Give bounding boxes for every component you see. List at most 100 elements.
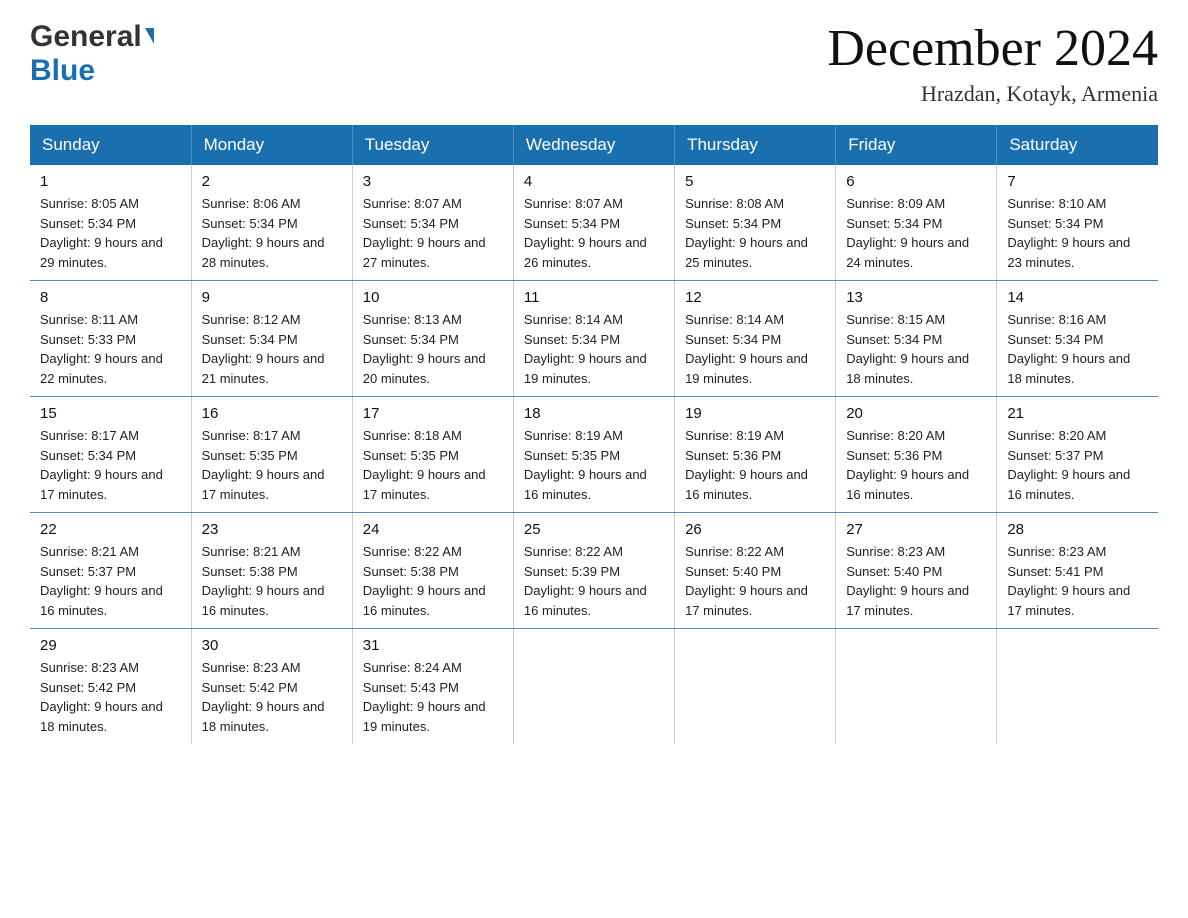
calendar-cell: 9 Sunrise: 8:12 AMSunset: 5:34 PMDayligh… xyxy=(191,281,352,397)
calendar-cell: 15 Sunrise: 8:17 AMSunset: 5:34 PMDaylig… xyxy=(30,397,191,513)
calendar-cell: 19 Sunrise: 8:19 AMSunset: 5:36 PMDaylig… xyxy=(675,397,836,513)
day-number: 4 xyxy=(524,173,664,190)
header-tuesday: Tuesday xyxy=(352,125,513,165)
page-header: General Blue December 2024 Hrazdan, Kota… xyxy=(30,20,1158,107)
day-number: 6 xyxy=(846,173,986,190)
calendar-cell: 5 Sunrise: 8:08 AMSunset: 5:34 PMDayligh… xyxy=(675,165,836,281)
header-monday: Monday xyxy=(191,125,352,165)
calendar-cell: 16 Sunrise: 8:17 AMSunset: 5:35 PMDaylig… xyxy=(191,397,352,513)
day-number: 7 xyxy=(1007,173,1148,190)
calendar-cell: 18 Sunrise: 8:19 AMSunset: 5:35 PMDaylig… xyxy=(513,397,674,513)
calendar-cell: 21 Sunrise: 8:20 AMSunset: 5:37 PMDaylig… xyxy=(997,397,1158,513)
header-friday: Friday xyxy=(836,125,997,165)
day-info: Sunrise: 8:21 AMSunset: 5:37 PMDaylight:… xyxy=(40,542,181,620)
day-info: Sunrise: 8:07 AMSunset: 5:34 PMDaylight:… xyxy=(524,194,664,272)
day-info: Sunrise: 8:19 AMSunset: 5:36 PMDaylight:… xyxy=(685,426,825,504)
calendar-cell xyxy=(513,629,674,745)
calendar-cell: 29 Sunrise: 8:23 AMSunset: 5:42 PMDaylig… xyxy=(30,629,191,745)
day-number: 29 xyxy=(40,637,181,654)
day-number: 21 xyxy=(1007,405,1148,422)
calendar-cell: 1 Sunrise: 8:05 AMSunset: 5:34 PMDayligh… xyxy=(30,165,191,281)
calendar-cell xyxy=(675,629,836,745)
day-number: 10 xyxy=(363,289,503,306)
calendar-cell: 2 Sunrise: 8:06 AMSunset: 5:34 PMDayligh… xyxy=(191,165,352,281)
calendar-cell: 20 Sunrise: 8:20 AMSunset: 5:36 PMDaylig… xyxy=(836,397,997,513)
week-row-5: 29 Sunrise: 8:23 AMSunset: 5:42 PMDaylig… xyxy=(30,629,1158,745)
day-number: 24 xyxy=(363,521,503,538)
calendar-cell: 27 Sunrise: 8:23 AMSunset: 5:40 PMDaylig… xyxy=(836,513,997,629)
calendar-cell: 28 Sunrise: 8:23 AMSunset: 5:41 PMDaylig… xyxy=(997,513,1158,629)
logo: General Blue xyxy=(30,20,154,88)
day-number: 15 xyxy=(40,405,181,422)
day-number: 2 xyxy=(202,173,342,190)
calendar-cell: 26 Sunrise: 8:22 AMSunset: 5:40 PMDaylig… xyxy=(675,513,836,629)
day-number: 11 xyxy=(524,289,664,306)
week-row-3: 15 Sunrise: 8:17 AMSunset: 5:34 PMDaylig… xyxy=(30,397,1158,513)
calendar-cell: 22 Sunrise: 8:21 AMSunset: 5:37 PMDaylig… xyxy=(30,513,191,629)
calendar-cell: 10 Sunrise: 8:13 AMSunset: 5:34 PMDaylig… xyxy=(352,281,513,397)
calendar-cell: 8 Sunrise: 8:11 AMSunset: 5:33 PMDayligh… xyxy=(30,281,191,397)
day-info: Sunrise: 8:06 AMSunset: 5:34 PMDaylight:… xyxy=(202,194,342,272)
day-info: Sunrise: 8:23 AMSunset: 5:41 PMDaylight:… xyxy=(1007,542,1148,620)
day-info: Sunrise: 8:20 AMSunset: 5:37 PMDaylight:… xyxy=(1007,426,1148,504)
day-number: 14 xyxy=(1007,289,1148,306)
day-info: Sunrise: 8:19 AMSunset: 5:35 PMDaylight:… xyxy=(524,426,664,504)
day-info: Sunrise: 8:07 AMSunset: 5:34 PMDaylight:… xyxy=(363,194,503,272)
calendar-cell: 31 Sunrise: 8:24 AMSunset: 5:43 PMDaylig… xyxy=(352,629,513,745)
header-sunday: Sunday xyxy=(30,125,191,165)
location-title: Hrazdan, Kotayk, Armenia xyxy=(827,81,1158,107)
day-info: Sunrise: 8:17 AMSunset: 5:34 PMDaylight:… xyxy=(40,426,181,504)
day-info: Sunrise: 8:13 AMSunset: 5:34 PMDaylight:… xyxy=(363,310,503,388)
day-info: Sunrise: 8:24 AMSunset: 5:43 PMDaylight:… xyxy=(363,658,503,736)
calendar-cell: 25 Sunrise: 8:22 AMSunset: 5:39 PMDaylig… xyxy=(513,513,674,629)
header-thursday: Thursday xyxy=(675,125,836,165)
week-row-4: 22 Sunrise: 8:21 AMSunset: 5:37 PMDaylig… xyxy=(30,513,1158,629)
day-info: Sunrise: 8:23 AMSunset: 5:42 PMDaylight:… xyxy=(202,658,342,736)
day-number: 30 xyxy=(202,637,342,654)
calendar-cell: 17 Sunrise: 8:18 AMSunset: 5:35 PMDaylig… xyxy=(352,397,513,513)
calendar-cell: 14 Sunrise: 8:16 AMSunset: 5:34 PMDaylig… xyxy=(997,281,1158,397)
day-info: Sunrise: 8:22 AMSunset: 5:39 PMDaylight:… xyxy=(524,542,664,620)
day-number: 13 xyxy=(846,289,986,306)
calendar-table: SundayMondayTuesdayWednesdayThursdayFrid… xyxy=(30,125,1158,744)
calendar-cell: 13 Sunrise: 8:15 AMSunset: 5:34 PMDaylig… xyxy=(836,281,997,397)
day-number: 5 xyxy=(685,173,825,190)
day-number: 31 xyxy=(363,637,503,654)
logo-arrow-icon xyxy=(145,28,154,44)
day-number: 16 xyxy=(202,405,342,422)
calendar-cell: 3 Sunrise: 8:07 AMSunset: 5:34 PMDayligh… xyxy=(352,165,513,281)
day-number: 23 xyxy=(202,521,342,538)
week-row-1: 1 Sunrise: 8:05 AMSunset: 5:34 PMDayligh… xyxy=(30,165,1158,281)
day-number: 18 xyxy=(524,405,664,422)
day-info: Sunrise: 8:14 AMSunset: 5:34 PMDaylight:… xyxy=(685,310,825,388)
calendar-cell xyxy=(836,629,997,745)
day-info: Sunrise: 8:23 AMSunset: 5:42 PMDaylight:… xyxy=(40,658,181,736)
day-info: Sunrise: 8:11 AMSunset: 5:33 PMDaylight:… xyxy=(40,310,181,388)
day-number: 19 xyxy=(685,405,825,422)
calendar-cell: 30 Sunrise: 8:23 AMSunset: 5:42 PMDaylig… xyxy=(191,629,352,745)
day-number: 22 xyxy=(40,521,181,538)
day-info: Sunrise: 8:12 AMSunset: 5:34 PMDaylight:… xyxy=(202,310,342,388)
calendar-cell: 12 Sunrise: 8:14 AMSunset: 5:34 PMDaylig… xyxy=(675,281,836,397)
calendar-cell: 4 Sunrise: 8:07 AMSunset: 5:34 PMDayligh… xyxy=(513,165,674,281)
day-info: Sunrise: 8:15 AMSunset: 5:34 PMDaylight:… xyxy=(846,310,986,388)
calendar-header-row: SundayMondayTuesdayWednesdayThursdayFrid… xyxy=(30,125,1158,165)
logo-general-text: General xyxy=(30,20,142,54)
day-info: Sunrise: 8:16 AMSunset: 5:34 PMDaylight:… xyxy=(1007,310,1148,388)
calendar-cell: 24 Sunrise: 8:22 AMSunset: 5:38 PMDaylig… xyxy=(352,513,513,629)
day-number: 1 xyxy=(40,173,181,190)
day-number: 28 xyxy=(1007,521,1148,538)
day-number: 26 xyxy=(685,521,825,538)
day-number: 9 xyxy=(202,289,342,306)
day-info: Sunrise: 8:10 AMSunset: 5:34 PMDaylight:… xyxy=(1007,194,1148,272)
day-info: Sunrise: 8:17 AMSunset: 5:35 PMDaylight:… xyxy=(202,426,342,504)
day-number: 12 xyxy=(685,289,825,306)
calendar-cell xyxy=(997,629,1158,745)
day-info: Sunrise: 8:20 AMSunset: 5:36 PMDaylight:… xyxy=(846,426,986,504)
day-info: Sunrise: 8:22 AMSunset: 5:40 PMDaylight:… xyxy=(685,542,825,620)
day-info: Sunrise: 8:14 AMSunset: 5:34 PMDaylight:… xyxy=(524,310,664,388)
header-saturday: Saturday xyxy=(997,125,1158,165)
day-number: 3 xyxy=(363,173,503,190)
day-info: Sunrise: 8:05 AMSunset: 5:34 PMDaylight:… xyxy=(40,194,181,272)
calendar-cell: 6 Sunrise: 8:09 AMSunset: 5:34 PMDayligh… xyxy=(836,165,997,281)
